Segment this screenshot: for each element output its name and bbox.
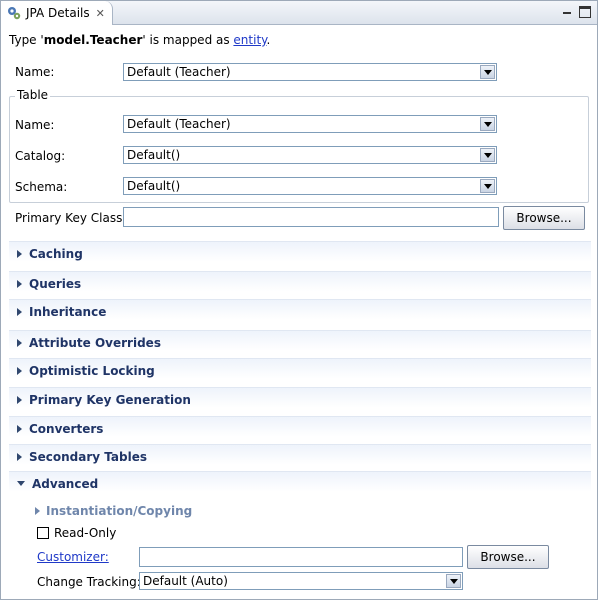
section-advanced[interactable]: Advanced	[9, 471, 591, 495]
section-inheritance[interactable]: Inheritance	[9, 299, 591, 323]
close-icon[interactable]: ✕	[96, 8, 105, 19]
mapping-description: Type 'model.Teacher' is mapped as entity…	[9, 33, 271, 47]
chevron-down-icon[interactable]	[446, 574, 461, 588]
catalog-label: Catalog:	[15, 149, 66, 163]
section-caching[interactable]: Caching	[9, 241, 591, 265]
primary-key-class-label: Primary Key Class:	[15, 211, 127, 225]
primary-key-browse-button[interactable]: Browse...	[503, 206, 585, 230]
mapping-type-link[interactable]: entity	[233, 33, 266, 47]
chevron-right-icon	[17, 249, 22, 258]
chevron-right-icon	[17, 338, 22, 347]
subsection-instantiation-copying[interactable]: Instantiation/Copying	[35, 504, 192, 518]
change-tracking-combo[interactable]: Default (Auto)	[139, 572, 463, 590]
customizer-link[interactable]: Customizer:	[37, 550, 109, 564]
jpa-details-view: JPA Details ✕ Type 'model.Teacher' is ma…	[0, 0, 598, 600]
schema-label: Schema:	[15, 180, 68, 194]
minimize-icon[interactable]	[561, 6, 573, 18]
section-secondary-tables[interactable]: Secondary Tables	[9, 444, 591, 468]
chevron-down-icon[interactable]	[480, 148, 495, 162]
schema-combo[interactable]: Default()	[123, 177, 497, 195]
customizer-input[interactable]	[139, 547, 463, 567]
primary-key-class-input[interactable]	[123, 207, 499, 227]
view-tab-bar: JPA Details ✕	[1, 1, 597, 25]
chevron-right-icon	[17, 307, 22, 316]
section-converters[interactable]: Converters	[9, 416, 591, 440]
section-queries[interactable]: Queries	[9, 271, 591, 295]
maximize-icon[interactable]	[579, 6, 591, 18]
jpa-details-icon	[6, 5, 22, 21]
chevron-down-icon[interactable]	[480, 179, 495, 193]
change-tracking-label: Change Tracking:	[37, 575, 141, 589]
section-optimistic-locking[interactable]: Optimistic Locking	[9, 358, 591, 382]
chevron-down-icon[interactable]	[480, 65, 495, 79]
catalog-combo[interactable]: Default()	[123, 146, 497, 164]
tab-title: JPA Details	[26, 6, 90, 20]
customizer-browse-button[interactable]: Browse...	[467, 545, 549, 569]
chevron-right-icon	[17, 279, 22, 288]
chevron-right-icon	[17, 366, 22, 375]
table-name-label: Name:	[15, 118, 55, 132]
read-only-label: Read-Only	[54, 526, 117, 540]
table-group-legend: Table	[15, 88, 51, 102]
chevron-down-icon[interactable]	[480, 117, 495, 131]
section-primary-key-generation[interactable]: Primary Key Generation	[9, 387, 591, 411]
table-name-combo[interactable]: Default (Teacher)	[123, 115, 497, 133]
chevron-right-icon	[17, 424, 22, 433]
type-name: model.Teacher	[43, 33, 143, 47]
chevron-right-icon	[17, 452, 22, 461]
entity-name-combo[interactable]: Default (Teacher)	[123, 63, 497, 81]
section-attribute-overrides[interactable]: Attribute Overrides	[9, 330, 591, 354]
chevron-right-icon	[17, 395, 22, 404]
read-only-checkbox[interactable]	[37, 527, 49, 539]
chevron-down-icon	[17, 481, 25, 486]
entity-name-label: Name:	[15, 65, 55, 79]
chevron-right-icon	[35, 507, 40, 515]
tab-jpa-details[interactable]: JPA Details ✕	[1, 1, 113, 25]
